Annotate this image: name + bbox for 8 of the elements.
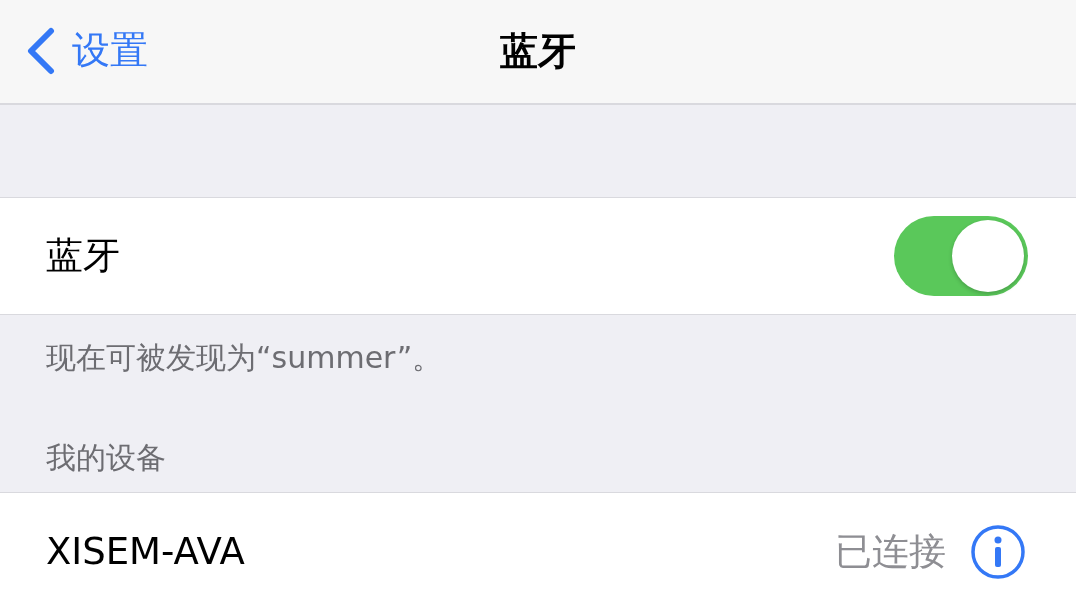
back-button[interactable]: 设置 [24,22,148,79]
page-title: 蓝牙 [500,28,576,75]
bluetooth-label: 蓝牙 [46,233,120,280]
device-status: 已连接 [835,529,946,576]
device-name: XISEM-AVA [46,529,245,576]
section-header: 我的设备 [45,439,167,477]
info-icon[interactable] [970,524,1026,580]
discoverable-note: 现在可被发现为“summer”。 [45,339,444,377]
